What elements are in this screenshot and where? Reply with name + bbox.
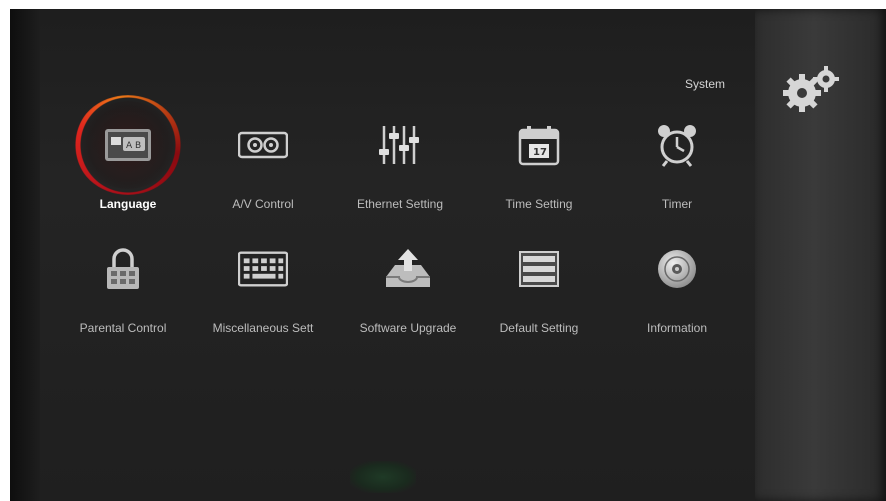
menu-item-label: A/V Control — [232, 197, 294, 211]
menu-item-label: Language — [99, 197, 157, 211]
menu-item-software-upgrade[interactable]: Software Upgrade — [338, 247, 478, 357]
upgrade-tray-icon — [383, 247, 433, 291]
menu-item-av-control[interactable]: A/V Control — [193, 123, 333, 233]
av-control-icon — [238, 123, 288, 167]
menu-item-ethernet-setting[interactable]: Ethernet Setting — [330, 123, 470, 233]
svg-text:B: B — [135, 141, 141, 151]
menu-item-label: Software Upgrade — [359, 321, 457, 335]
keyboard-icon — [238, 247, 288, 291]
menu-item-label: Default Setting — [499, 321, 579, 335]
ethernet-sliders-icon — [375, 123, 425, 167]
menu-item-time-setting[interactable]: 17 Time Setting — [469, 123, 609, 233]
svg-text:17: 17 — [533, 147, 547, 158]
svg-text:A: A — [126, 141, 133, 151]
bottom-hint-indicator — [350, 461, 416, 493]
gears-icon — [783, 66, 839, 112]
menu-item-label: Timer — [661, 197, 693, 211]
system-menu-screen: System A B Language A/V Control Ethernet… — [10, 9, 886, 501]
menu-item-information[interactable]: Information — [607, 247, 747, 357]
menu-item-timer[interactable]: Timer — [607, 123, 747, 233]
menu-item-label: Ethernet Setting — [356, 197, 444, 211]
default-settings-icon — [514, 247, 564, 291]
menu-item-parental-control[interactable]: Parental Control — [53, 247, 193, 357]
menu-item-label: Miscellaneous Sett — [212, 321, 314, 335]
calendar-icon: 17 — [514, 123, 564, 167]
lock-icon — [98, 247, 148, 291]
language-icon: A B — [103, 123, 153, 167]
page-title: System — [684, 77, 725, 91]
menu-item-label: Parental Control — [79, 321, 167, 335]
menu-item-label: Information — [646, 321, 708, 335]
menu-item-miscellaneous[interactable]: Miscellaneous Sett — [193, 247, 333, 357]
menu-item-label: Time Setting — [505, 197, 573, 211]
info-disc-icon — [652, 247, 702, 291]
alarm-clock-icon — [652, 123, 702, 167]
menu-item-language[interactable]: A B Language — [58, 123, 198, 233]
menu-item-default-setting[interactable]: Default Setting — [469, 247, 609, 357]
